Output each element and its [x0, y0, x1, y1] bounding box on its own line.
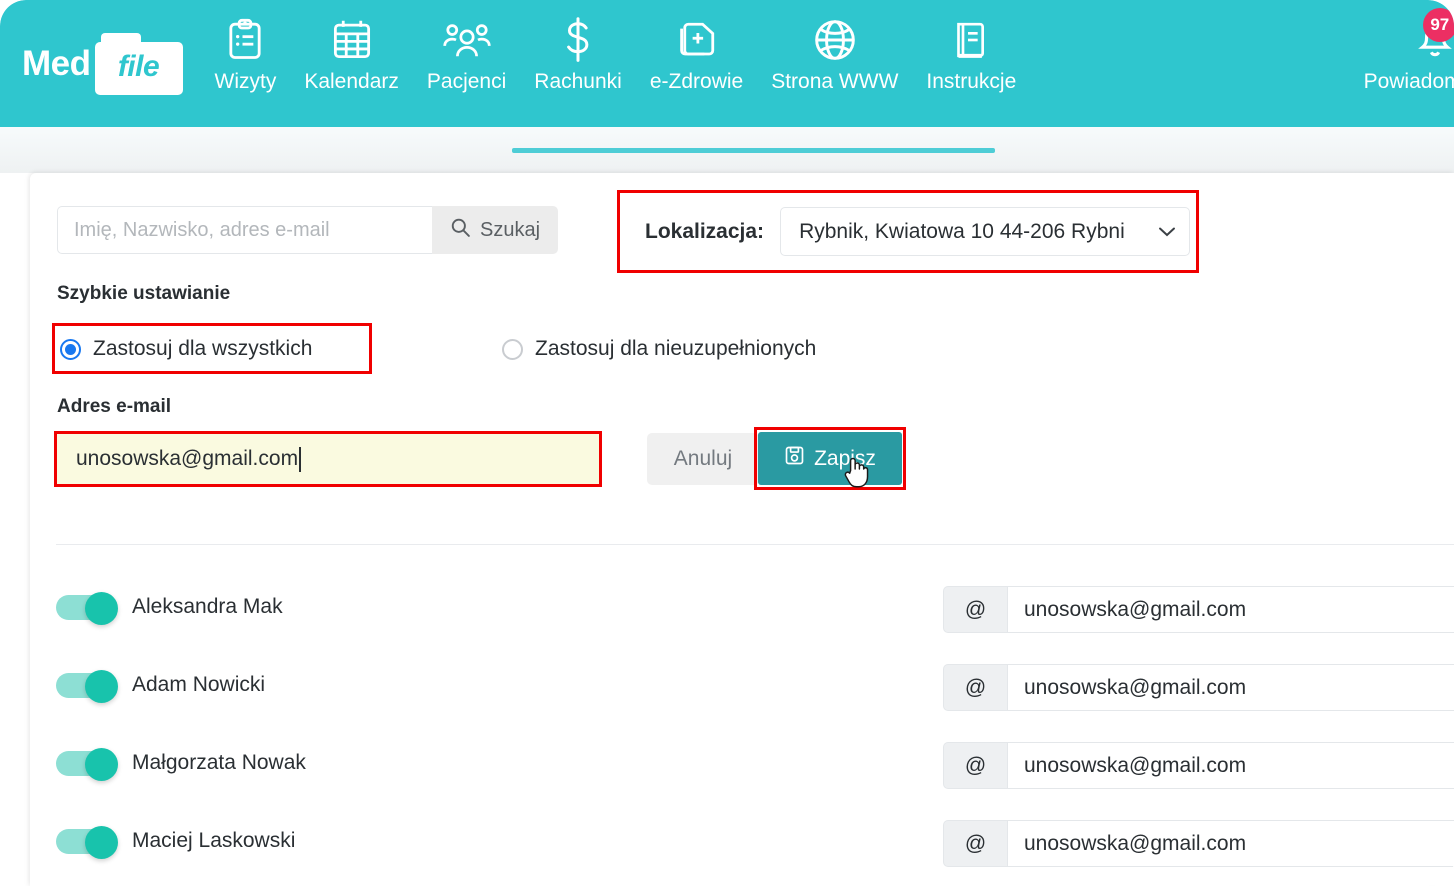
save-icon — [784, 445, 805, 472]
location-selected-value: Rybnik, Kwiatowa 10 44-206 Rybni — [799, 219, 1125, 243]
patient-name: Maciej Laskowski — [132, 829, 296, 852]
globe-icon — [813, 14, 857, 66]
search-button[interactable]: Szukaj — [432, 206, 559, 254]
logo-text-file: file — [117, 50, 160, 83]
search-button-label: Szukaj — [480, 218, 541, 241]
nav-label-ezdrowie: e-Zdrowie — [649, 70, 744, 93]
patient-row: Aleksandra Mak @ — [30, 568, 1454, 646]
patient-email-group: @ — [943, 820, 1454, 867]
patient-email-input[interactable] — [1007, 742, 1454, 789]
nav-item-strona-www[interactable]: Strona WWW — [757, 14, 912, 93]
radio-label-incomplete: Zastosuj dla nieuzupełnionych — [535, 337, 817, 360]
notifications-label: Powiadomienia — [1363, 70, 1454, 93]
patient-email-group: @ — [943, 664, 1454, 711]
nav-item-ezdrowie[interactable]: e-Zdrowie — [636, 14, 757, 93]
nav-label-strona-www: Strona WWW — [771, 70, 899, 93]
people-icon — [442, 14, 491, 66]
quick-settings-title: Szybkie ustawianie — [57, 283, 231, 304]
save-button-label: Zapisz — [814, 446, 876, 470]
nav-label-kalendarz: Kalendarz — [304, 70, 399, 93]
app-window: Med file Wizyty Kalendarz Pacjenci Rachu… — [0, 0, 1454, 886]
book-icon — [951, 14, 991, 66]
nav-item-rachunki[interactable]: Rachunki — [520, 14, 636, 93]
location-label: Lokalizacja: — [645, 219, 765, 243]
patient-list: Aleksandra Mak @ Adam Nowicki @ — [30, 568, 1454, 880]
patient-toggle[interactable] — [56, 670, 118, 703]
patient-email-input[interactable] — [1007, 586, 1454, 633]
patient-email-input[interactable] — [1007, 664, 1454, 711]
medical-file-icon — [676, 14, 718, 66]
nav-item-kalendarz[interactable]: Kalendarz — [290, 14, 413, 93]
logo-folder-icon: file — [94, 32, 183, 95]
at-icon: @ — [943, 586, 1007, 633]
nav-item-pacjenci[interactable]: Pacjenci — [413, 14, 520, 93]
content-card: Szukaj Lokalizacja: Rybnik, Kwiatowa 10 … — [30, 173, 1454, 886]
radio-option-incomplete[interactable]: Zastosuj dla nieuzupełnionych — [502, 337, 816, 361]
patient-name: Małgorzata Nowak — [132, 751, 306, 774]
nav-label-pacjenci: Pacjenci — [426, 70, 507, 93]
patient-row: Adam Nowicki @ — [30, 646, 1454, 724]
nav-label-instrukcje: Instrukcje — [926, 70, 1017, 93]
at-icon: @ — [943, 664, 1007, 711]
logo-text-med: Med — [22, 44, 91, 83]
patient-toggle[interactable] — [56, 748, 118, 781]
patient-name: Adam Nowicki — [132, 673, 266, 696]
patient-toggle[interactable] — [56, 592, 118, 625]
clipboard-icon — [225, 14, 265, 66]
email-input-highlight-box[interactable]: unosowska@gmail.com — [54, 431, 602, 487]
nav-label-rachunki: Rachunki — [534, 70, 622, 93]
location-highlight-box: Lokalizacja: Rybnik, Kwiatowa 10 44-206 … — [617, 190, 1199, 273]
notification-count-badge: 97 — [1422, 8, 1454, 42]
nav-label-wizyty: Wizyty — [214, 70, 277, 93]
nav-item-wizyty[interactable]: Wizyty — [201, 14, 291, 93]
cancel-button[interactable]: Anuluj — [647, 433, 759, 485]
radio-option-all[interactable]: Zastosuj dla wszystkich — [60, 337, 312, 361]
at-icon: @ — [943, 742, 1007, 789]
patient-email-group: @ — [943, 742, 1454, 789]
at-icon: @ — [943, 820, 1007, 867]
location-select[interactable]: Rybnik, Kwiatowa 10 44-206 Rybni — [780, 207, 1191, 256]
search-row: Szukaj — [57, 206, 559, 254]
patient-email-input[interactable] — [1007, 820, 1454, 867]
patient-toggle[interactable] — [56, 826, 118, 859]
email-input-value: unosowska@gmail.com — [76, 447, 299, 470]
main-nav: Wizyty Kalendarz Pacjenci Rachunki e-Zdr… — [201, 0, 1031, 127]
save-button[interactable]: Zapisz — [758, 432, 902, 485]
nav-item-instrukcje[interactable]: Instrukcje — [912, 14, 1030, 93]
patient-email-group: @ — [943, 586, 1454, 633]
patient-name: Aleksandra Mak — [132, 595, 283, 618]
radio-label-all: Zastosuj dla wszystkich — [93, 337, 313, 360]
email-field-label: Adres e-mail — [57, 396, 172, 417]
calendar-icon — [331, 14, 373, 66]
notifications-button[interactable]: 97 Powiadomienia — [1363, 8, 1454, 94]
top-navigation-bar: Med file Wizyty Kalendarz Pacjenci Rachu… — [0, 0, 1454, 127]
text-cursor — [299, 446, 302, 472]
dollar-icon — [562, 14, 594, 66]
patient-row: Maciej Laskowski @ — [30, 802, 1454, 880]
active-tab-indicator — [512, 148, 995, 153]
search-icon — [450, 217, 471, 244]
chevron-down-icon — [1157, 223, 1177, 241]
radio-dot-all — [60, 338, 81, 360]
patient-row: Małgorzata Nowak @ — [30, 724, 1454, 802]
radio-dot-incomplete — [502, 338, 523, 360]
medfile-logo[interactable]: Med file — [22, 0, 183, 127]
section-divider — [56, 544, 1454, 545]
search-input[interactable] — [57, 206, 432, 254]
